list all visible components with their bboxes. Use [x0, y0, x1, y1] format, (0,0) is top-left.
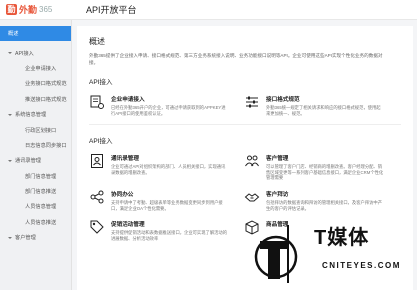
chevron-down-icon: [8, 52, 12, 55]
sidebar-item-label: 部门信息推送: [25, 189, 57, 196]
sidebar-item-label: API接入: [15, 50, 34, 57]
customers-icon: [245, 155, 259, 167]
sidebar-item-4[interactable]: 推送接口格式规范: [0, 92, 71, 107]
intro-text: 外勤365提供了企业接入申请、接口格式规范、第三方业务系统接入说明、业务功能接口…: [89, 53, 383, 65]
card-customer-visit[interactable]: 客户拜访 包括拜访的数据查询和拜访的管理相关接口，及客户拜访中产生的客户的评估记…: [244, 189, 399, 211]
card-title: 通讯录管理: [111, 156, 139, 163]
sidebar-item-label: 业务接口格式规范: [25, 81, 67, 88]
chevron-down-icon: [8, 159, 12, 162]
sidebar-item-label: 部门信息管理: [25, 173, 57, 180]
watermark-text: T媒体: [314, 227, 370, 249]
card-title: 接口格式规范: [266, 97, 300, 103]
sidebar-item-7[interactable]: 日志信息同步接口: [0, 138, 71, 153]
sidebar-item-label: 概述: [8, 31, 19, 38]
share-icon: [90, 190, 104, 204]
card-title: 促销活动管理: [111, 222, 145, 229]
sidebar-item-12[interactable]: 人员信息推送: [0, 215, 71, 230]
card-desc: 已经在外勤365开户的企业，可通过申请获取到的APPKEY进行API接口的使用鉴…: [111, 105, 226, 116]
card-desc: 包括拜访的数据查询和拜访的管理相关接口，及客户拜访中产生的客户的评估记录。: [266, 199, 383, 211]
app-logo[interactable]: 勤 外勤 365: [0, 3, 70, 16]
section-title-api-2: API接入: [89, 138, 113, 146]
card-contacts[interactable]: 通讯录管理 企业可通过API对组织架构的部门、人员相关接口，实现通讯录数据的增删…: [89, 153, 244, 181]
page-title: 概述: [89, 37, 105, 46]
card-collaboration[interactable]: 协同办公 支持申请中了考勤、超级表单等业务数据变更同步到用户接口，满足企业OA个…: [89, 189, 244, 211]
sidebar-item-1[interactable]: API接入: [0, 45, 71, 60]
sidebar-item-label: 通讯录管理: [15, 158, 41, 165]
card-desc: 外勤365统一规定了相关请求和响应的接口格式规范，使用起来更加统一、规范。: [266, 105, 381, 116]
sidebar-item-label: 日志信息同步接口: [25, 142, 67, 149]
sidebar-item-label: 系统信息管理: [15, 112, 47, 119]
section-title-api: API接入: [89, 79, 113, 86]
card-enterprise-apply[interactable]: 企业申请接入 已经在外勤365开户的企业，可通过申请获取到的APPKEY进行AP…: [89, 94, 244, 116]
watermark-subtext: CNITEYES.COM: [322, 261, 401, 270]
sidebar-item-2[interactable]: 企业申请接入: [0, 61, 71, 76]
handshake-icon: [244, 193, 260, 202]
contacts-icon: [91, 154, 103, 169]
logo-text: 外勤: [19, 5, 38, 15]
sidebar-item-11[interactable]: 人员信息管理: [0, 199, 71, 214]
watermark: T媒体 CNITEYES.COM: [252, 213, 417, 290]
card-promotion[interactable]: 促销活动管理 支持提供促销活动和表数据推送接口，企业可实现了解活动的进展数据、分…: [89, 219, 244, 241]
sidebar-item-label: 行政区划接口: [25, 127, 57, 134]
card-title: 客户拜访: [266, 191, 289, 198]
sidebar-item-9[interactable]: 部门信息管理: [0, 169, 71, 184]
sidebar-item-3[interactable]: 业务接口格式规范: [0, 76, 71, 91]
card-interface-spec[interactable]: 接口格式规范 外勤365统一规定了相关请求和响应的接口格式规范，使用起来更加统一…: [244, 94, 399, 116]
sidebar-item-8[interactable]: 通讯录管理: [0, 153, 71, 168]
chevron-down-icon: [8, 236, 12, 239]
sidebar-nav: 概述 API接入企业申请接入业务接口格式规范 推送接口格式规范系统信息管理行政区划接…: [0, 20, 72, 290]
card-title: 客户管理: [266, 156, 289, 163]
divider: [89, 124, 401, 126]
card-title: 企业申请接入: [111, 97, 145, 103]
sidebar-item-5[interactable]: 系统信息管理: [0, 107, 71, 122]
card-customer-mgmt[interactable]: 客户管理 可以管理了客户门店、经销商的增删改查。客户经理分配、销售区域变更等一系…: [244, 153, 399, 181]
sidebar-item-label: 企业申请接入: [25, 65, 57, 72]
tag-icon: [90, 220, 104, 234]
sidebar-item-13[interactable]: 客户管理: [0, 230, 71, 245]
card-desc: 企业可通过API对组织架构的部门、人员相关接口，实现通讯录数据的增删改查。: [111, 164, 226, 175]
top-bar: 勤 外勤 365 API开放平台: [0, 0, 417, 20]
platform-title: API开放平台: [86, 5, 137, 15]
logo-mark-icon: 勤: [6, 4, 17, 15]
card-desc: 支持提供促销活动和表数据推送接口，企业可实现了解活动的进展数据、分析活动效率: [111, 230, 228, 241]
logo-number: 365: [39, 5, 53, 14]
card-desc: 可以管理了客户门店、经销商的增删改查。客户经理分配、销售区域变更等一系列客户基础…: [266, 164, 384, 181]
card-desc: 支持申请中了考勤、超级表单等业务数据变更同步到用户接口，满足企业OA个性化需要。: [111, 199, 223, 211]
document-gear-icon: [90, 95, 104, 109]
sidebar-item-label: 人员信息管理: [25, 204, 57, 211]
sidebar-item-label: 推送接口格式规范: [25, 96, 67, 103]
sidebar-item-0[interactable]: 概述: [0, 26, 71, 42]
sidebar-item-label: 人员信息推送: [25, 219, 57, 226]
sidebar-item-6[interactable]: 行政区划接口: [0, 122, 71, 137]
card-title: 协同办公: [111, 191, 134, 198]
chevron-down-icon: [8, 113, 12, 116]
sidebar-item-10[interactable]: 部门信息推送: [0, 184, 71, 199]
sliders-icon: [246, 96, 258, 108]
sidebar-item-label: 客户管理: [15, 235, 36, 242]
